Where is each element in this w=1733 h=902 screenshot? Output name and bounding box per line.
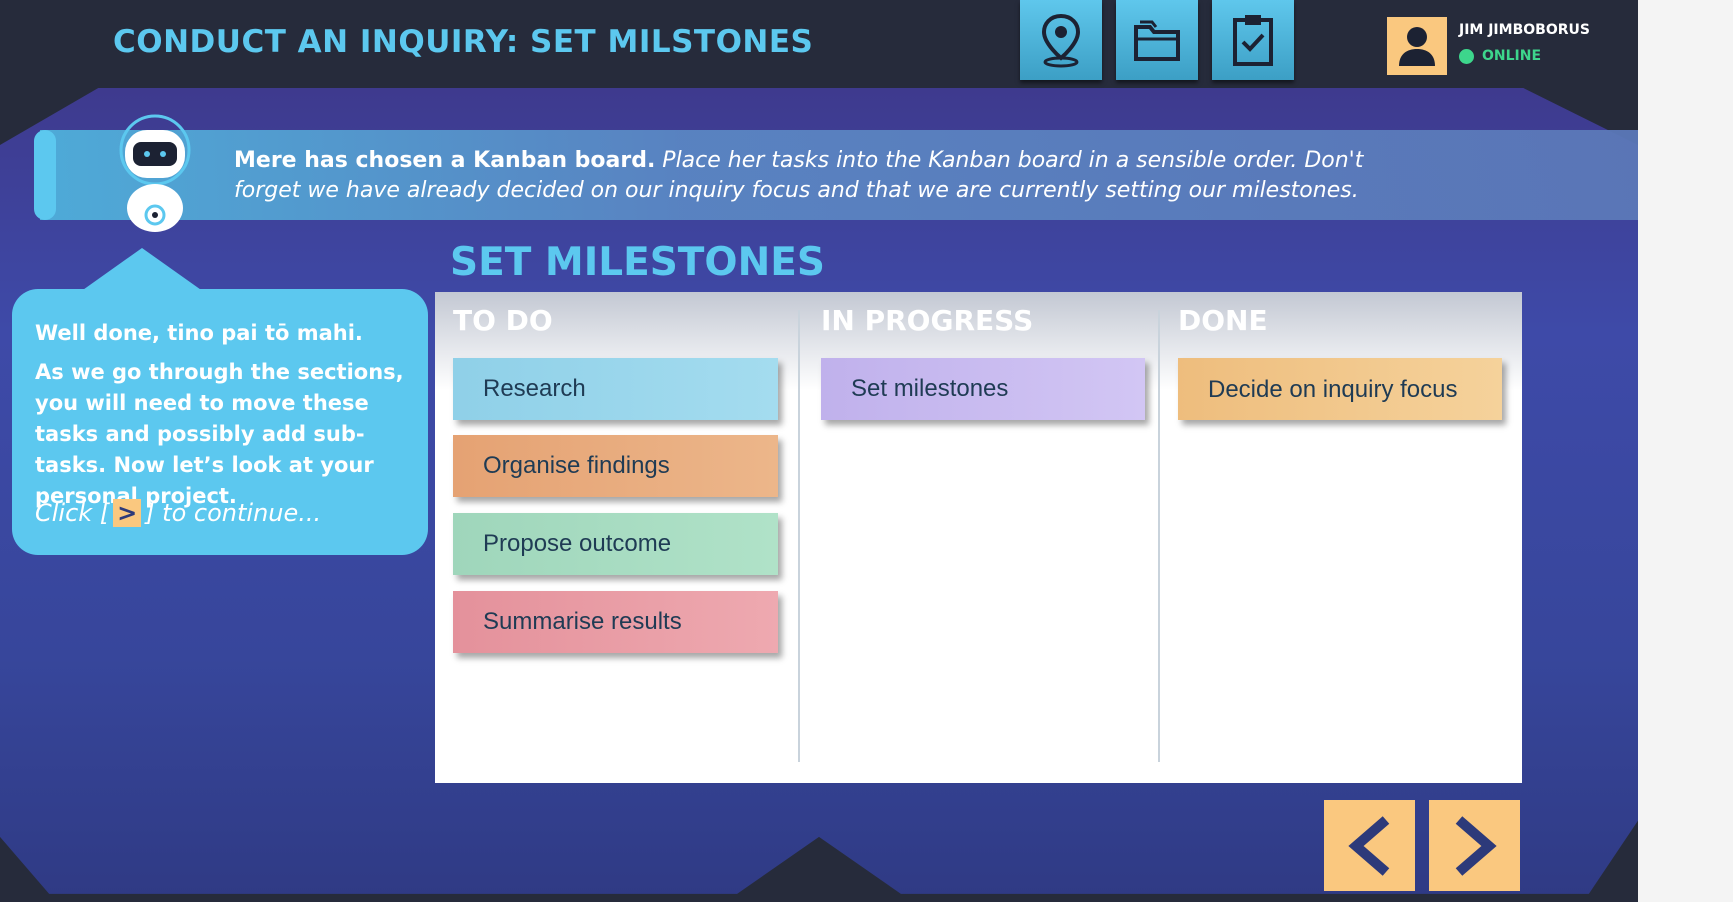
clipboard-check-icon	[1233, 15, 1273, 66]
user-status: ONLINE	[1459, 48, 1590, 64]
user-panel: JIM JIMBOBORUS ONLINE	[1387, 17, 1590, 75]
column-heading-done: DONE	[1178, 304, 1268, 337]
right-gutter	[1638, 0, 1733, 902]
user-icon	[1399, 27, 1435, 66]
speech-bubble-tail	[80, 248, 204, 292]
toolbar	[1020, 0, 1294, 80]
previous-button[interactable]	[1324, 800, 1415, 891]
continue-hint: Click [ > ] to continue...	[35, 499, 321, 527]
card-summarise-results[interactable]: Summarise results	[453, 591, 778, 653]
speech-bubble-text: Well done, tino pai tō mahi. As we go th…	[35, 318, 410, 512]
online-status-dot	[1459, 48, 1474, 64]
column-in-progress: IN PROGRESS Set milestones	[821, 292, 1151, 762]
status-label: ONLINE	[1482, 48, 1542, 64]
tasks-button[interactable]	[1212, 0, 1294, 80]
chevron-left-icon	[1347, 815, 1389, 876]
card-organise-findings[interactable]: Organise findings	[453, 435, 778, 497]
card-decide-inquiry-focus[interactable]: Decide on inquiry focus	[1178, 358, 1502, 420]
kanban-board: TO DO Research Organise findings Propose…	[435, 292, 1522, 783]
card-set-milestones[interactable]: Set milestones	[821, 358, 1145, 420]
card-research[interactable]: Research	[453, 358, 778, 420]
board-title: SET MILESTONES	[450, 240, 825, 285]
column-heading-in-progress: IN PROGRESS	[821, 304, 1034, 337]
next-button[interactable]	[1429, 800, 1520, 891]
continue-key: >	[113, 499, 142, 527]
folder-button[interactable]	[1116, 0, 1198, 80]
map-button[interactable]	[1020, 0, 1102, 80]
column-done: DONE Decide on inquiry focus	[1178, 292, 1508, 762]
app-stage: CONDUCT AN INQUIRY: SET MILSTONES JIM JI…	[0, 0, 1638, 902]
card-propose-outcome[interactable]: Propose outcome	[453, 513, 778, 575]
column-todo: TO DO Research Organise findings Propose…	[453, 292, 783, 762]
column-divider	[798, 310, 800, 762]
continue-suffix: ] to continue...	[145, 499, 322, 527]
bubble-line-2: As we go through the sections, you will …	[35, 360, 404, 508]
navigation-buttons	[1324, 800, 1520, 891]
robot-mascot-icon	[119, 114, 191, 232]
user-name: JIM JIMBOBORUS	[1459, 22, 1590, 38]
chevron-right-icon	[1455, 815, 1497, 876]
map-pin-icon	[1041, 13, 1081, 68]
avatar[interactable]	[1387, 17, 1447, 75]
bubble-line-1: Well done, tino pai tō mahi.	[35, 321, 363, 345]
banner-cap	[34, 130, 56, 220]
instruction-lead: Mere has chosen a Kanban board.	[234, 148, 656, 173]
instruction-text: Mere has chosen a Kanban board. Place he…	[234, 146, 1384, 206]
continue-prefix: Click [	[35, 499, 110, 527]
column-divider	[1158, 310, 1160, 762]
page-title: CONDUCT AN INQUIRY: SET MILSTONES	[113, 24, 814, 60]
folder-icon	[1134, 20, 1180, 61]
column-heading-todo: TO DO	[453, 304, 553, 337]
